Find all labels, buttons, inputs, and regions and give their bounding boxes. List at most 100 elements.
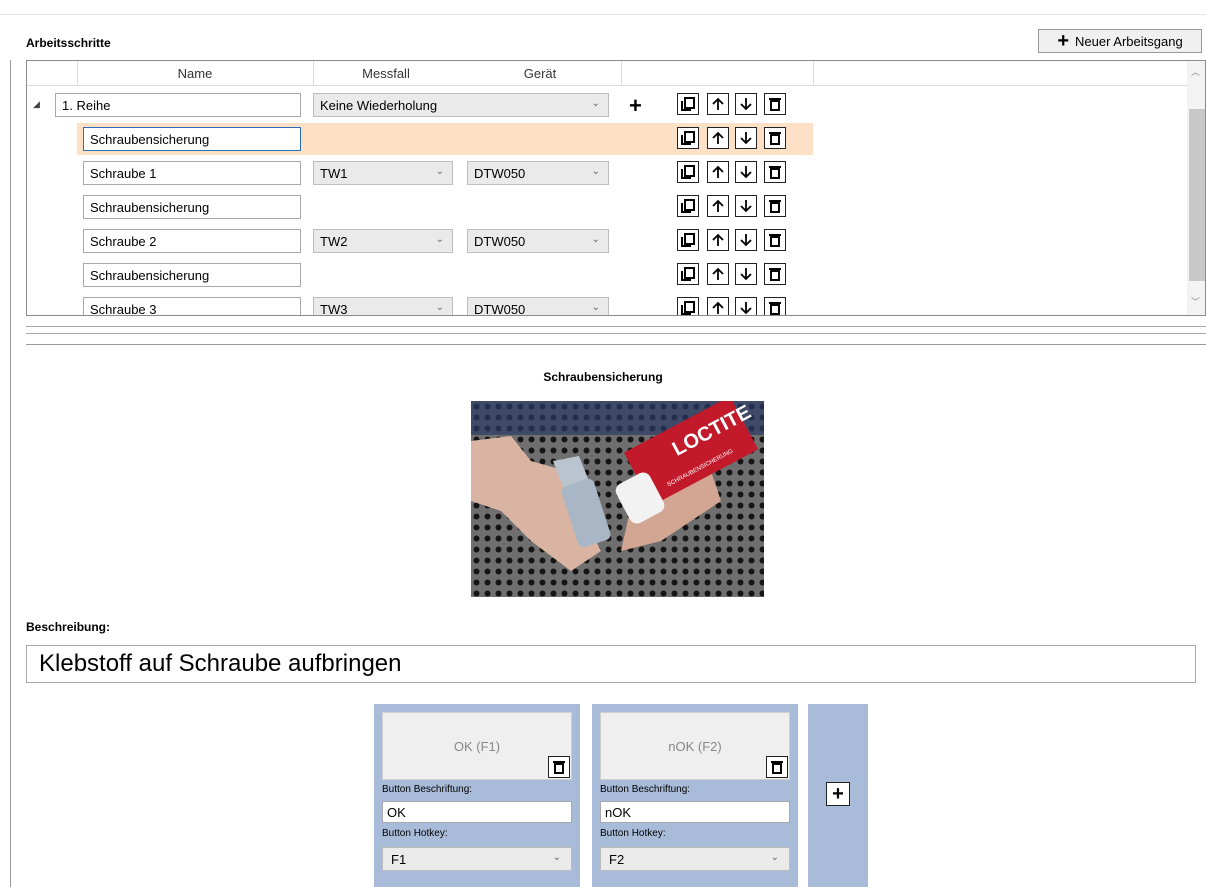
table-row[interactable]: Schraube 3 TW3 ⌄ DTW050 ⌄ bbox=[27, 293, 1187, 316]
row-geraet-value: DTW050 bbox=[474, 233, 526, 249]
hotkey-select[interactable]: F2 ⌄ bbox=[600, 847, 790, 871]
arrow-down-icon[interactable] bbox=[735, 93, 757, 115]
detail-title: Schraubensicherung bbox=[543, 370, 663, 384]
row-messfall-value: TW2 bbox=[320, 233, 348, 249]
row-geraet-value: DTW050 bbox=[474, 301, 526, 316]
arrow-down-icon[interactable] bbox=[735, 229, 757, 251]
scroll-up-arrow-icon[interactable]: ︿ bbox=[1191, 65, 1200, 78]
arrow-up-icon[interactable] bbox=[707, 127, 729, 149]
detail-divider bbox=[26, 344, 1206, 345]
arrow-up-icon[interactable] bbox=[707, 297, 729, 315]
group-messfall-select[interactable]: Keine Wiederholung ⌄ bbox=[313, 93, 609, 117]
top-divider bbox=[0, 14, 1206, 15]
trash-icon[interactable] bbox=[764, 297, 786, 315]
row-name-field[interactable]: Schraube 3 bbox=[83, 297, 301, 315]
chevron-down-icon: ⌄ bbox=[770, 852, 779, 863]
step-photo: LOCTITE SCHRAUBENSICHERUNG bbox=[471, 401, 764, 597]
arrow-up-icon[interactable] bbox=[707, 93, 729, 115]
arrow-up-icon[interactable] bbox=[707, 161, 729, 183]
chevron-down-icon: ⌄ bbox=[435, 166, 444, 177]
hotkey-label: Button Hotkey: bbox=[600, 828, 666, 839]
row-geraet-select[interactable]: DTW050 ⌄ bbox=[467, 161, 609, 185]
trash-icon[interactable] bbox=[764, 93, 786, 115]
column-header-messfall[interactable]: Messfall bbox=[313, 61, 459, 85]
section-title: Arbeitsschritte bbox=[26, 36, 111, 50]
row-messfall-select[interactable]: TW2 ⌄ bbox=[313, 229, 453, 253]
add-button[interactable]: + bbox=[826, 782, 850, 806]
splitter[interactable] bbox=[26, 326, 1206, 334]
trash-icon[interactable] bbox=[764, 229, 786, 251]
button-config-card: nOK (F2) Button Beschriftung: nOK Button Ho… bbox=[592, 704, 798, 887]
copy-icon[interactable] bbox=[677, 229, 699, 251]
hotkey-value: F1 bbox=[391, 851, 407, 867]
column-header-geraet[interactable]: Gerät bbox=[459, 61, 621, 85]
caption-label: Button Beschriftung: bbox=[600, 784, 691, 795]
copy-icon[interactable] bbox=[677, 297, 699, 315]
new-workstep-button[interactable]: + Neuer Arbeitsgang bbox=[1038, 29, 1202, 53]
trash-icon[interactable] bbox=[766, 756, 788, 778]
caption-label: Button Beschriftung: bbox=[382, 784, 473, 795]
chevron-down-icon: ⌄ bbox=[591, 234, 600, 245]
chevron-down-icon: ⌄ bbox=[435, 234, 444, 245]
button-preview[interactable]: OK (F1) bbox=[382, 712, 572, 780]
chevron-down-icon: ⌄ bbox=[435, 302, 444, 313]
add-row-icon[interactable]: + bbox=[629, 95, 642, 117]
table-row[interactable]: Schraubensicherung bbox=[27, 259, 1187, 291]
chevron-down-icon: ⌄ bbox=[591, 302, 600, 313]
button-preview[interactable]: nOK (F2) bbox=[600, 712, 790, 780]
copy-icon[interactable] bbox=[677, 263, 699, 285]
trash-icon[interactable] bbox=[764, 161, 786, 183]
hotkey-label: Button Hotkey: bbox=[382, 828, 448, 839]
row-name-field[interactable]: Schraubensicherung bbox=[83, 263, 301, 287]
row-name-field[interactable]: Schraubensicherung bbox=[83, 127, 301, 151]
chevron-down-icon: ⌄ bbox=[591, 98, 600, 109]
table-row[interactable]: Schraube 2 TW2 ⌄ DTW050 ⌄ bbox=[27, 225, 1187, 257]
caption-field[interactable]: nOK bbox=[600, 801, 790, 823]
collapse-triangle-icon[interactable]: ◢ bbox=[33, 99, 40, 110]
row-messfall-select[interactable]: TW3 ⌄ bbox=[313, 297, 453, 315]
group-name-field[interactable]: 1. Reihe bbox=[55, 93, 301, 117]
column-header-name[interactable]: Name bbox=[77, 61, 313, 85]
table-row[interactable]: Schraubensicherung bbox=[27, 123, 1187, 155]
vertical-scrollbar[interactable]: ︿ ﹀ bbox=[1187, 61, 1205, 315]
arrow-down-icon[interactable] bbox=[735, 297, 757, 315]
trash-icon[interactable] bbox=[764, 195, 786, 217]
row-geraet-select[interactable]: DTW050 ⌄ bbox=[467, 229, 609, 253]
hotkey-select[interactable]: F1 ⌄ bbox=[382, 847, 572, 871]
arrow-up-icon[interactable] bbox=[707, 195, 729, 217]
table-row[interactable]: Schraube 1 TW1 ⌄ DTW050 ⌄ bbox=[27, 157, 1187, 189]
copy-icon[interactable] bbox=[677, 127, 699, 149]
group-row[interactable]: ◢ 1. Reihe Keine Wiederholung ⌄ + bbox=[27, 89, 1187, 121]
arrow-down-icon[interactable] bbox=[735, 161, 757, 183]
scroll-down-arrow-icon[interactable]: ﹀ bbox=[1191, 295, 1200, 308]
button-config-card: OK (F1) Button Beschriftung: OK Button Hotk… bbox=[374, 704, 580, 887]
copy-icon[interactable] bbox=[677, 195, 699, 217]
row-geraet-value: DTW050 bbox=[474, 165, 526, 181]
arrow-up-icon[interactable] bbox=[707, 229, 729, 251]
arrow-down-icon[interactable] bbox=[735, 263, 757, 285]
copy-icon[interactable] bbox=[677, 161, 699, 183]
trash-icon[interactable] bbox=[764, 263, 786, 285]
table-row[interactable]: Schraubensicherung bbox=[27, 191, 1187, 223]
scroll-thumb[interactable] bbox=[1189, 109, 1205, 281]
new-workstep-label: Neuer Arbeitsgang bbox=[1075, 33, 1183, 49]
worksteps-grid: Name Messfall Gerät ◢ 1. Reihe Keine Wie… bbox=[26, 60, 1206, 316]
trash-icon[interactable] bbox=[764, 127, 786, 149]
arrow-down-icon[interactable] bbox=[735, 127, 757, 149]
description-field[interactable]: Klebstoff auf Schraube aufbringen bbox=[26, 645, 1196, 683]
arrow-down-icon[interactable] bbox=[735, 195, 757, 217]
row-name-field[interactable]: Schraube 2 bbox=[83, 229, 301, 253]
description-label: Beschreibung: bbox=[26, 620, 111, 634]
row-geraet-select[interactable]: DTW050 ⌄ bbox=[467, 297, 609, 316]
arrow-up-icon[interactable] bbox=[707, 263, 729, 285]
hotkey-value: F2 bbox=[609, 851, 625, 867]
caption-field[interactable]: OK bbox=[382, 801, 572, 823]
row-messfall-select[interactable]: TW1 ⌄ bbox=[313, 161, 453, 185]
trash-icon[interactable] bbox=[548, 756, 570, 778]
row-name-field[interactable]: Schraubensicherung bbox=[83, 195, 301, 219]
copy-icon[interactable] bbox=[677, 93, 699, 115]
chevron-down-icon: ⌄ bbox=[552, 852, 561, 863]
plus-icon: + bbox=[1057, 30, 1069, 52]
row-messfall-value: TW1 bbox=[320, 165, 348, 181]
row-name-field[interactable]: Schraube 1 bbox=[83, 161, 301, 185]
